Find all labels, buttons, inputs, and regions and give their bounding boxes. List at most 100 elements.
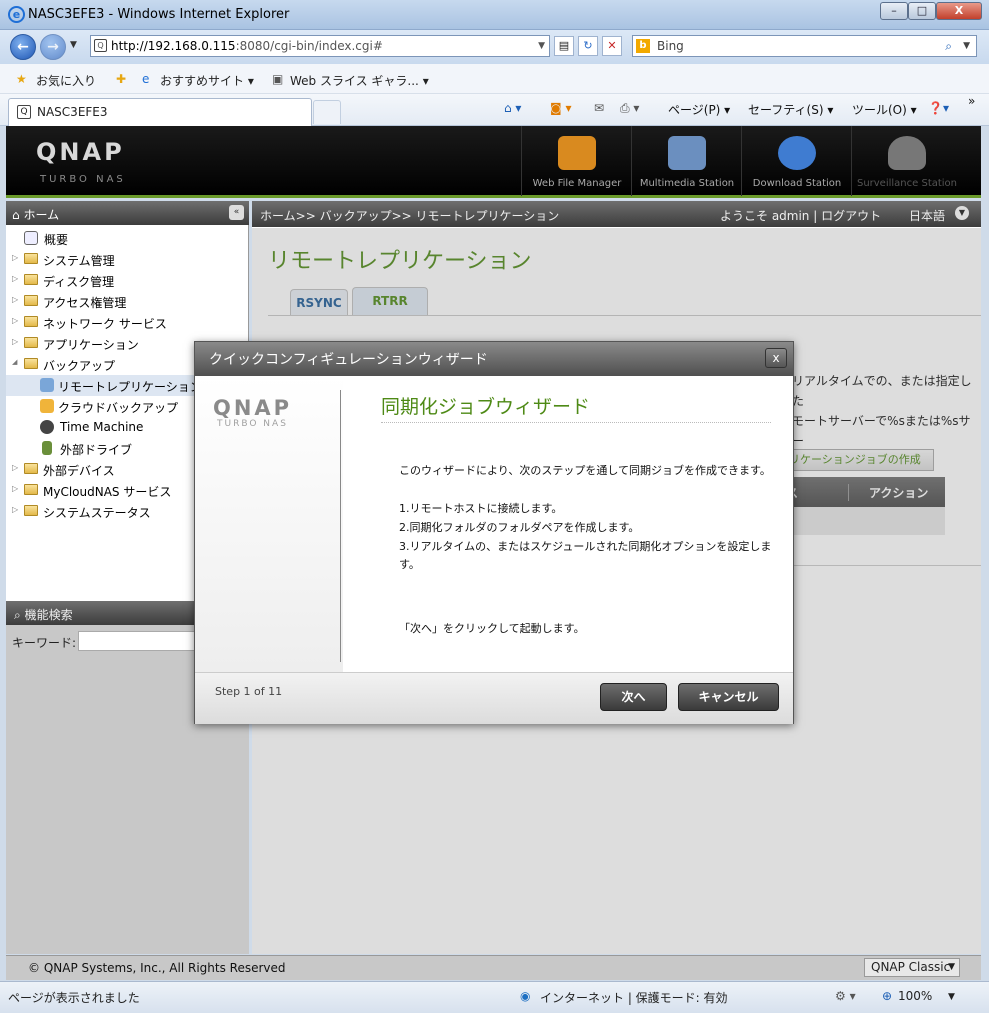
expand-arrow-icon[interactable]: ▷ (12, 505, 18, 514)
download-icon (778, 136, 816, 170)
refresh-icon[interactable]: ↻ (578, 36, 598, 56)
close-dialog-icon[interactable]: x (765, 348, 787, 368)
favorites-star-icon: ★ (16, 72, 27, 86)
welcome-logout[interactable]: ようこそ admin | ログアウト (720, 207, 881, 224)
feeds-icon[interactable]: ◙ ▾ (550, 101, 571, 115)
nav-item-network-services[interactable]: ▷ ネットワーク サービス (6, 312, 249, 333)
collapse-arrow-icon[interactable]: ◢ (12, 358, 17, 366)
compat-view-icon[interactable]: ▤ (554, 36, 574, 56)
wizard-hint: 「次へ」をクリックして起動します。 (399, 622, 585, 635)
folder-icon (24, 505, 38, 516)
suggested-sites-link[interactable]: おすすめサイト ▾ (160, 72, 254, 89)
breadcrumb-bar: ホーム>> バックアップ>> リモートレプリケーション ようこそ admin |… (252, 201, 981, 227)
theme-select[interactable]: QNAP Classic ▼ (864, 958, 960, 977)
station-web-file-manager[interactable]: Web File Manager (521, 126, 631, 196)
cancel-button[interactable]: キャンセル (678, 683, 779, 711)
replication-icon (40, 378, 54, 392)
nav-item-label: バックアップ (43, 359, 116, 373)
station-surveillance[interactable]: Surveillance Station (851, 126, 961, 196)
url-host: http://192.168.0.115 (111, 39, 236, 53)
print-icon[interactable]: ⎙ ▾ (620, 101, 639, 116)
nav-home-label[interactable]: ホーム (23, 208, 59, 222)
nav-item-label: アプリケーション (43, 338, 139, 352)
wizard-heading: 同期化ジョブウィザード (381, 396, 591, 418)
nav-item-disk-management[interactable]: ▷ ディスク管理 (6, 270, 249, 291)
expand-arrow-icon[interactable]: ▷ (12, 274, 18, 283)
wizard-step-3: 3.リアルタイムの、またはスケジュールされた同期化オプションを設定します。 (399, 540, 772, 571)
address-toolbar: ← → ▼ Q http://192.168.0.115:8080/cgi-bi… (0, 30, 989, 64)
nav-item-label: Time Machine (60, 420, 144, 434)
mail-icon[interactable]: ✉ (594, 101, 604, 115)
station-multimedia[interactable]: Multimedia Station (631, 126, 741, 196)
tab-bar: Q NASC3EFE3 ⌂ ▾ ◙ ▾ ✉ ⎙ ▾ ページ(P) ▾ セーフティ… (0, 94, 989, 126)
keyword-label: キーワード: (12, 636, 77, 650)
page-menu[interactable]: ページ(P) ▾ (668, 101, 730, 118)
folder-icon (24, 274, 38, 285)
step-indicator: Step 1 of 11 (215, 685, 283, 698)
search-dropdown-icon[interactable]: ▼ (963, 36, 970, 56)
nav-item-access-rights[interactable]: ▷ アクセス権管理 (6, 291, 249, 312)
wizard-divider (340, 390, 341, 662)
wizard-sidebar: QNAP TURBO NAS (195, 376, 343, 672)
search-engine-label: Bing (657, 39, 684, 53)
camera-icon (888, 136, 926, 170)
language-dropdown-icon[interactable]: ▼ (955, 206, 969, 220)
expand-arrow-icon[interactable]: ▷ (12, 484, 18, 493)
folder-icon (24, 253, 38, 264)
favorites-button[interactable]: お気に入り (36, 72, 96, 89)
nav-item-label: クラウドバックアップ (58, 401, 179, 415)
expand-arrow-icon[interactable]: ▷ (12, 295, 18, 304)
nav-item-label: ディスク管理 (43, 275, 115, 289)
expand-arrow-icon[interactable]: ▷ (12, 253, 18, 262)
zoom-dropdown-icon[interactable]: ▼ (948, 992, 955, 1002)
home-icon: ⌂ (12, 208, 20, 222)
nav-header: ⌂ ホーム « (6, 201, 249, 225)
minimize-button[interactable]: – (880, 2, 908, 20)
station-label: Download Station (752, 178, 842, 189)
new-tab-button[interactable] (313, 100, 341, 124)
more-commands-button[interactable]: » (968, 94, 975, 108)
favorites-bar: ★ お気に入り ✚ e おすすめサイト ▾ ▣ Web スライス ギャラ... … (0, 64, 989, 94)
url-dropdown-icon[interactable]: ▼ (538, 36, 545, 56)
browser-tab-active[interactable]: Q NASC3EFE3 (8, 98, 312, 126)
window-title: NASC3EFE3 - Windows Internet Explorer (28, 7, 290, 22)
stop-icon[interactable]: ✕ (602, 36, 622, 56)
page-icon: Q (94, 39, 107, 52)
nav-item-label: アクセス権管理 (43, 296, 127, 310)
expand-arrow-icon[interactable]: ▷ (12, 463, 18, 472)
web-slice-gallery-link[interactable]: Web スライス ギャラ... ▾ (290, 72, 429, 89)
station-label: Multimedia Station (639, 178, 735, 189)
qnap-logo: QNAP (213, 396, 293, 420)
magnifier-icon[interactable]: ⌕ (945, 36, 952, 56)
breadcrumb[interactable]: ホーム>> バックアップ>> リモートレプリケーション (260, 207, 559, 224)
qnap-logo-subtitle: TURBO NAS (217, 419, 288, 429)
web-slice-icon: ▣ (272, 72, 284, 86)
add-favorite-icon[interactable]: ✚ (116, 72, 126, 86)
language-selector[interactable]: 日本語 (909, 207, 945, 224)
wizard-step-1: 1.リモートホストに接続します。 (399, 502, 563, 515)
nav-item-system-admin[interactable]: ▷ システム管理 (6, 249, 249, 270)
forward-arrow-icon[interactable]: → (40, 34, 66, 60)
next-button[interactable]: 次へ (600, 683, 667, 711)
expand-arrow-icon[interactable]: ▷ (12, 316, 18, 325)
station-download[interactable]: Download Station (741, 126, 851, 196)
tools-menu[interactable]: ツール(O) ▾ (852, 101, 917, 118)
help-icon[interactable]: ❓▾ (928, 101, 949, 115)
maximize-button[interactable]: □ (908, 2, 936, 20)
dialog-title: クイックコンフィギュレーションウィザード (195, 342, 793, 376)
expand-arrow-icon[interactable]: ▷ (12, 337, 18, 346)
nav-item-overview[interactable]: 概要 (6, 228, 249, 249)
zoom-level[interactable]: 100% (898, 989, 932, 1003)
window-titlebar: e NASC3EFE3 - Windows Internet Explorer … (0, 0, 989, 30)
safety-menu[interactable]: セーフティ(S) ▾ (748, 101, 833, 118)
back-arrow-icon[interactable]: ← (10, 34, 36, 60)
collapse-nav-icon[interactable]: « (229, 205, 244, 220)
search-input[interactable]: b Bing ⌕ ▼ (632, 35, 977, 57)
folder-search-icon (558, 136, 596, 170)
home-icon[interactable]: ⌂ ▾ (504, 101, 521, 115)
url-input[interactable]: Q http://192.168.0.115:8080/cgi-bin/inde… (90, 35, 550, 57)
protected-mode-icon[interactable]: ⚙ ▾ (835, 989, 856, 1003)
history-dropdown-icon[interactable]: ▼ (70, 40, 77, 50)
nav-item-label: 外部デバイス (43, 464, 115, 478)
close-window-button[interactable]: X (936, 2, 982, 20)
